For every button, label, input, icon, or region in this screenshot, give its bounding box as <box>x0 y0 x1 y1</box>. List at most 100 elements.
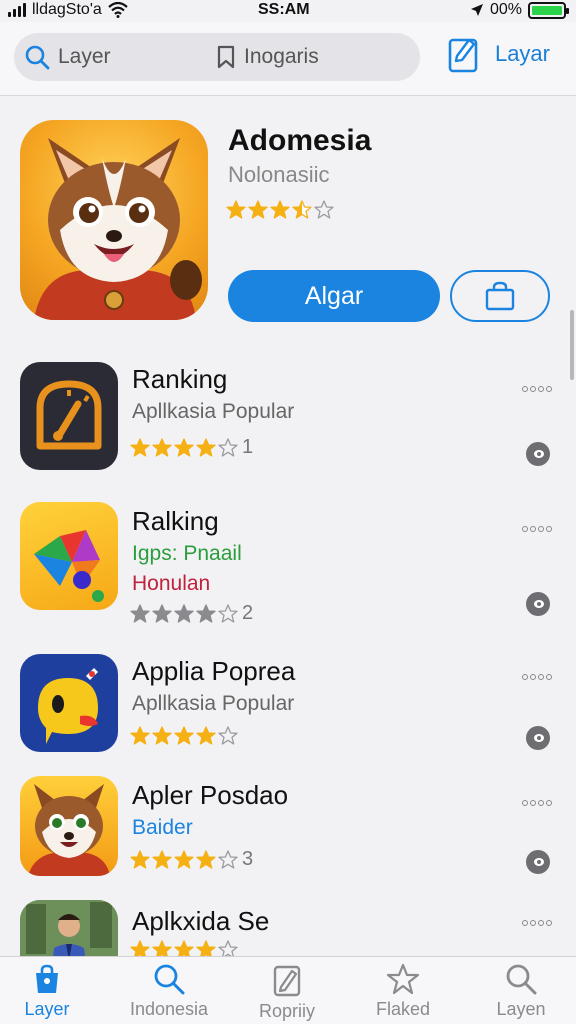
app-rating: 2 <box>130 602 253 625</box>
star-icon <box>292 200 312 219</box>
app-rating <box>130 726 242 746</box>
rating-count: 2 <box>242 602 254 624</box>
search-icon <box>154 964 185 995</box>
star-icon <box>218 849 238 869</box>
more-options-icon[interactable] <box>522 386 552 392</box>
header-action[interactable]: Layar <box>447 34 550 74</box>
featured-app-icon[interactable] <box>20 120 208 320</box>
app-subtitle: Apllkasia Popular <box>132 692 295 715</box>
star-icon <box>314 200 334 219</box>
star-icon <box>130 437 150 457</box>
star-icon <box>196 940 216 956</box>
tab-layer[interactable]: Layer <box>0 963 102 1020</box>
rating-stars <box>130 437 238 458</box>
app-title: Ranking <box>132 364 228 394</box>
tab-bar: Layer Indonesia Ropriiy Flaked Layen <box>0 956 576 1024</box>
more-options-icon[interactable] <box>522 526 552 532</box>
bag-button[interactable] <box>450 270 550 322</box>
star-icon <box>196 726 216 745</box>
more-options-icon[interactable] <box>522 674 552 680</box>
star-icon <box>248 200 268 219</box>
tab-layen[interactable]: Layen <box>466 963 576 1020</box>
rating-count: 3 <box>242 848 254 870</box>
edit-icon <box>273 965 301 997</box>
get-button[interactable]: Algar <box>228 270 440 322</box>
star-icon <box>226 200 246 219</box>
location-arrow-icon <box>470 4 483 16</box>
search-segment-layer[interactable]: Layer <box>24 44 111 70</box>
star-icon <box>130 726 150 745</box>
app-icon-ralking[interactable] <box>20 502 118 610</box>
app-icon-apler[interactable] <box>20 776 118 876</box>
star-icon <box>130 940 150 956</box>
search-icon <box>25 45 50 70</box>
search-icon <box>506 964 537 995</box>
more-options-icon[interactable] <box>522 800 552 806</box>
list-item[interactable]: Ranking Apllkasia Popular 1 <box>0 346 576 490</box>
app-icon-ranking[interactable] <box>20 362 118 470</box>
tab-label: Layer <box>24 999 70 1019</box>
star-icon <box>270 200 290 219</box>
star-icon <box>218 437 238 457</box>
preview-icon[interactable] <box>526 592 550 616</box>
star-icon <box>152 849 172 869</box>
signal-icon <box>8 3 26 17</box>
app-title: Aplkxida Se <box>132 906 270 936</box>
status-bar: lldagSto'a SS:AM 00% <box>0 0 576 22</box>
header-action-label: Layar <box>494 41 550 66</box>
bookmark-icon <box>217 45 235 69</box>
scrollbar[interactable] <box>570 310 574 380</box>
battery-percent: 00% <box>489 1 522 18</box>
featured-app[interactable]: Adomesia Nolonasiic Algar <box>0 96 576 346</box>
star-icon <box>386 963 420 995</box>
star-icon <box>174 603 194 623</box>
tab-ropriiy[interactable]: Ropriiy <box>232 963 342 1022</box>
fox-character-icon <box>28 784 110 876</box>
preview-icon[interactable] <box>526 850 550 874</box>
star-icon <box>218 726 238 745</box>
list-item[interactable]: Ralking Igps: Pnaail Honulan 2 <box>0 490 576 640</box>
search-label-b: Inogaris <box>244 45 319 68</box>
rating-stars <box>130 726 238 746</box>
preview-icon[interactable] <box>526 442 550 466</box>
preview-icon[interactable] <box>526 726 550 750</box>
star-icon <box>152 726 172 745</box>
rating-stars <box>130 849 238 870</box>
star-icon <box>174 849 194 869</box>
tab-label: Flaked <box>375 999 431 1019</box>
star-icon <box>196 849 216 869</box>
search-bar[interactable]: Layer Inogaris <box>14 33 420 81</box>
list-item[interactable]: Apler Posdao Baider 3 <box>0 764 576 892</box>
app-subtitle: Apllkasia Popular <box>132 400 295 423</box>
app-icon-applia[interactable] <box>20 654 118 752</box>
gauge-icon <box>36 380 102 450</box>
more-options-icon[interactable] <box>522 920 552 926</box>
app-subtitle: Baider <box>132 816 193 839</box>
battery-icon <box>528 1 569 19</box>
tab-label: Ropriiy <box>258 1001 315 1021</box>
shopping-bag-icon <box>485 281 515 311</box>
app-icon-aplkxida[interactable] <box>20 900 118 956</box>
list-item[interactable]: Aplkxida Se <box>0 892 576 956</box>
status-right: 00% <box>470 1 569 19</box>
star-icon <box>152 940 172 956</box>
wifi-icon <box>108 2 128 18</box>
tab-flaked[interactable]: Flaked <box>348 963 458 1020</box>
star-icon <box>130 603 150 623</box>
star-icon <box>218 940 238 956</box>
app-subtitle-secondary: Honulan <box>132 572 211 595</box>
star-icon <box>174 940 194 956</box>
star-icon <box>152 603 172 623</box>
tab-indonesia[interactable]: Indonesia <box>114 963 224 1020</box>
list-item[interactable]: Applia Poprea Apllkasia Popular <box>0 640 576 764</box>
rating-stars <box>130 603 238 624</box>
search-segment-bookmark[interactable]: Inogaris <box>216 45 319 69</box>
rating-count: 1 <box>242 436 254 458</box>
app-title: Ralking <box>132 506 219 536</box>
star-icon <box>152 437 172 457</box>
status-left: lldagSto'a <box>8 1 128 19</box>
person-icon <box>20 900 118 956</box>
star-icon <box>174 726 194 745</box>
featured-app-title: Adomesia <box>228 124 372 157</box>
featured-app-subtitle: Nolonasiic <box>228 162 330 187</box>
